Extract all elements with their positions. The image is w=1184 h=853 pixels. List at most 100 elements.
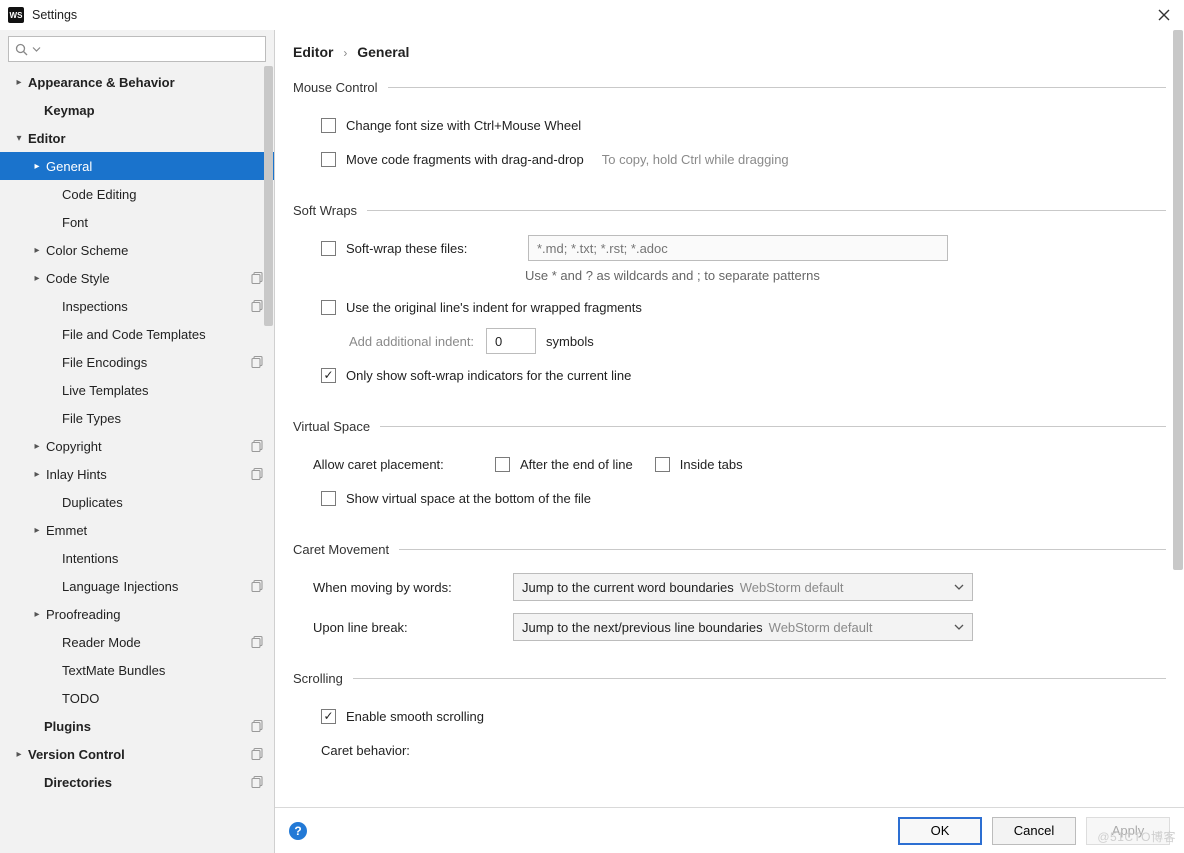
cb-use-original-indent[interactable] xyxy=(321,300,336,315)
allow-caret-label: Allow caret placement: xyxy=(313,457,483,472)
tree-item-label: Font xyxy=(62,215,88,230)
tree-item[interactable]: ▾Editor xyxy=(0,124,274,152)
breadcrumb: Editor › General xyxy=(293,44,1166,60)
tree-item[interactable]: ▸Version Control xyxy=(0,740,274,768)
scope-icon xyxy=(251,776,264,789)
drag-hint: To copy, hold Ctrl while dragging xyxy=(602,152,789,167)
tree-item[interactable]: ▸Keymap xyxy=(0,96,274,124)
tree-item-label: TextMate Bundles xyxy=(62,663,165,678)
tree-item[interactable]: ▸Directories xyxy=(0,768,274,796)
chevron-right-icon: ▸ xyxy=(30,161,44,172)
cb-change-font-size[interactable] xyxy=(321,118,336,133)
settings-tree[interactable]: ▸Appearance & Behavior▸Keymap▾Editor▸Gen… xyxy=(0,68,274,853)
group-legend: Mouse Control xyxy=(293,80,388,95)
chevron-down-icon xyxy=(32,45,41,54)
tree-item[interactable]: ▸Copyright xyxy=(0,432,274,460)
group-legend: Scrolling xyxy=(293,671,353,686)
tree-item[interactable]: ▸Inspections xyxy=(0,292,274,320)
chevron-right-icon: ▸ xyxy=(12,749,26,760)
tree-item[interactable]: ▸Code Editing xyxy=(0,180,274,208)
content-scrollbar[interactable] xyxy=(1173,30,1183,807)
cb-show-virtual-bottom[interactable] xyxy=(321,491,336,506)
tree-item[interactable]: ▸TODO xyxy=(0,684,274,712)
group-scrolling: Scrolling Enable smooth scrolling Caret … xyxy=(293,671,1166,770)
cb-softwrap-indicators-label: Only show soft-wrap indicators for the c… xyxy=(346,368,631,383)
apply-button[interactable]: Apply xyxy=(1086,817,1170,845)
tree-item[interactable]: ▸Font xyxy=(0,208,274,236)
add-indent-unit: symbols xyxy=(546,334,594,349)
group-legend: Soft Wraps xyxy=(293,203,367,218)
tree-item[interactable]: ▸General xyxy=(0,152,274,180)
tree-item-label: File and Code Templates xyxy=(62,327,206,342)
close-button[interactable] xyxy=(1152,3,1176,27)
tree-item-label: Keymap xyxy=(44,103,95,118)
soft-wrap-patterns-input[interactable] xyxy=(528,235,948,261)
tree-item[interactable]: ▸Emmet xyxy=(0,516,274,544)
search-input[interactable] xyxy=(8,36,266,62)
tree-item[interactable]: ▸Language Injections xyxy=(0,572,274,600)
breadcrumb-current: General xyxy=(357,44,409,60)
upon-line-break-select[interactable]: Jump to the next/previous line boundarie… xyxy=(513,613,973,641)
settings-window: WS Settings ▸Appearance & Behavior▸Keyma… xyxy=(0,0,1184,853)
scope-icon xyxy=(251,272,264,285)
cb-after-eol[interactable] xyxy=(495,457,510,472)
content-inner: Editor › General Mouse Control Change fo… xyxy=(275,30,1184,807)
tree-item[interactable]: ▸Duplicates xyxy=(0,488,274,516)
tree-item-label: Proofreading xyxy=(46,607,120,622)
chevron-down-icon: ▾ xyxy=(12,133,26,144)
tree-item[interactable]: ▸Live Templates xyxy=(0,376,274,404)
tree-item[interactable]: ▸Appearance & Behavior xyxy=(0,68,274,96)
cb-use-original-indent-label: Use the original line's indent for wrapp… xyxy=(346,300,642,315)
sidebar-scrollbar[interactable] xyxy=(264,66,273,326)
caret-behavior-label: Caret behavior: xyxy=(321,743,410,758)
tree-item-label: File Encodings xyxy=(62,355,147,370)
group-legend: Virtual Space xyxy=(293,419,380,434)
tree-item-label: Copyright xyxy=(46,439,102,454)
scope-icon xyxy=(251,580,264,593)
cb-smooth-scrolling[interactable] xyxy=(321,709,336,724)
tree-item[interactable]: ▸Color Scheme xyxy=(0,236,274,264)
group-soft-wraps: Soft Wraps Soft-wrap these files: Use * … xyxy=(293,203,1166,395)
app-icon: WS xyxy=(8,7,24,23)
chevron-down-icon xyxy=(954,622,964,632)
content: Editor › General Mouse Control Change fo… xyxy=(275,30,1184,853)
cb-move-drag-drop[interactable] xyxy=(321,152,336,167)
chevron-right-icon: ▸ xyxy=(12,77,26,88)
sidebar: ▸Appearance & Behavior▸Keymap▾Editor▸Gen… xyxy=(0,30,275,853)
help-button[interactable]: ? xyxy=(289,822,307,840)
breadcrumb-parent[interactable]: Editor xyxy=(293,44,333,60)
add-indent-input[interactable] xyxy=(486,328,536,354)
tree-item[interactable]: ▸Reader Mode xyxy=(0,628,274,656)
footer: ? OK Cancel Apply xyxy=(275,807,1184,853)
cb-inside-tabs[interactable] xyxy=(655,457,670,472)
tree-item[interactable]: ▸File and Code Templates xyxy=(0,320,274,348)
cb-softwrap-indicators[interactable] xyxy=(321,368,336,383)
scope-icon xyxy=(251,356,264,369)
cb-smooth-scrolling-label: Enable smooth scrolling xyxy=(346,709,484,724)
scrollbar-thumb[interactable] xyxy=(1173,30,1183,570)
moving-by-words-label: When moving by words: xyxy=(313,580,513,595)
cb-move-drag-drop-label: Move code fragments with drag-and-drop xyxy=(346,152,584,167)
tree-item-label: Live Templates xyxy=(62,383,148,398)
tree-item-label: Emmet xyxy=(46,523,87,538)
cancel-button[interactable]: Cancel xyxy=(992,817,1076,845)
tree-item[interactable]: ▸Proofreading xyxy=(0,600,274,628)
tree-item[interactable]: ▸Code Style xyxy=(0,264,274,292)
tree-item[interactable]: ▸Inlay Hints xyxy=(0,460,274,488)
moving-by-words-select[interactable]: Jump to the current word boundaries WebS… xyxy=(513,573,973,601)
select-value: Jump to the current word boundaries xyxy=(522,580,734,595)
tree-item[interactable]: ▸Plugins xyxy=(0,712,274,740)
chevron-right-icon: › xyxy=(343,46,347,60)
tree-item[interactable]: ▸File Types xyxy=(0,404,274,432)
tree-item-label: Code Editing xyxy=(62,187,136,202)
tree-item[interactable]: ▸File Encodings xyxy=(0,348,274,376)
tree-item[interactable]: ▸Intentions xyxy=(0,544,274,572)
ok-button[interactable]: OK xyxy=(898,817,982,845)
chevron-right-icon: ▸ xyxy=(30,273,44,284)
tree-item-label: Version Control xyxy=(28,747,125,762)
tree-item[interactable]: ▸TextMate Bundles xyxy=(0,656,274,684)
add-indent-label: Add additional indent: xyxy=(349,334,474,349)
cb-show-virtual-bottom-label: Show virtual space at the bottom of the … xyxy=(346,491,591,506)
cb-soft-wrap-files[interactable] xyxy=(321,241,336,256)
window-title: Settings xyxy=(32,8,1152,22)
